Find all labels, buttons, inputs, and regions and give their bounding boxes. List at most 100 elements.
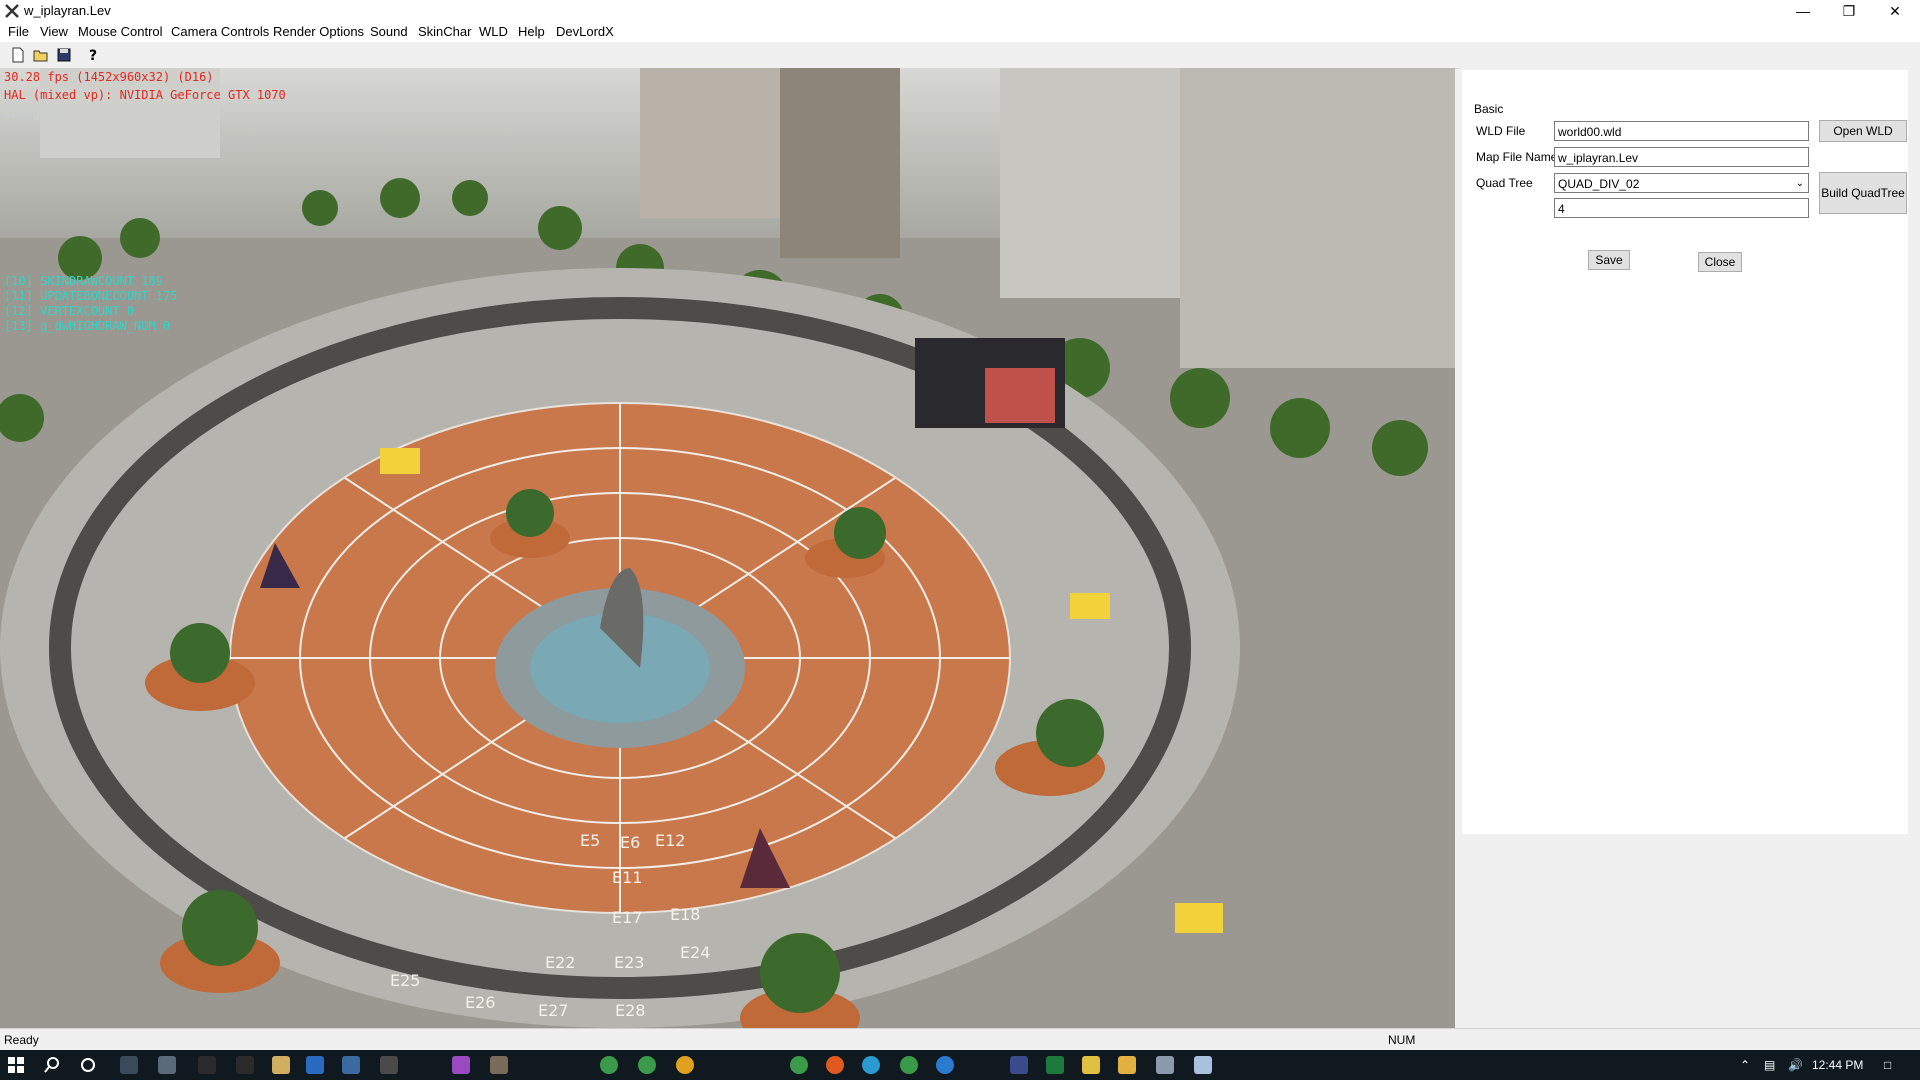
notes-icon[interactable] <box>1082 1056 1100 1074</box>
quad-tree-level-input[interactable]: 4 <box>1554 198 1809 218</box>
menu-wld[interactable]: WLD <box>479 24 508 39</box>
tile-label: E11 <box>612 868 642 887</box>
taskbar: ⌃ ▤ 🔊 12:44 PM □ <box>0 1050 1920 1080</box>
app-taskbar-icon[interactable] <box>1156 1056 1174 1074</box>
open-folder-icon[interactable] <box>32 46 50 64</box>
menu-render-options[interactable]: Render Options <box>273 24 364 39</box>
window-title: w_iplayran.Lev <box>24 3 111 18</box>
wld-file-label: WLD File <box>1476 124 1526 138</box>
status-bar: Ready NUM <box>0 1028 1920 1051</box>
restore-button[interactable]: ❐ <box>1826 0 1872 22</box>
minimize-button[interactable]: — <box>1780 0 1826 22</box>
app-taskbar-icon[interactable] <box>600 1056 618 1074</box>
clock[interactable]: 12:44 PM <box>1812 1058 1863 1072</box>
tile-label: E25 <box>390 971 420 990</box>
volume-icon[interactable]: 🔊 <box>1788 1058 1803 1072</box>
building <box>1000 68 1180 298</box>
changed-readout: Changed : 0 <box>4 106 84 120</box>
wld-file-input[interactable]: world00.wld <box>1554 121 1809 141</box>
start-icon[interactable] <box>8 1057 24 1073</box>
excel-icon[interactable] <box>1046 1056 1064 1074</box>
menu-bar: File View Mouse Control Camera Controls … <box>0 22 1920 42</box>
num-lock-indicator: NUM <box>1388 1033 1416 1047</box>
save-button[interactable]: Save <box>1588 250 1630 270</box>
close-window-button[interactable]: ✕ <box>1872 0 1918 22</box>
status-text: Ready <box>4 1033 39 1047</box>
app-icon <box>5 4 19 18</box>
search-icon[interactable] <box>44 1057 60 1073</box>
stat-line: [12] VERTEXCOUNT 0 <box>4 304 135 318</box>
app-taskbar-icon[interactable] <box>236 1056 254 1074</box>
close-button[interactable]: Close <box>1698 252 1742 272</box>
tile-label: E24 <box>680 943 710 962</box>
tile-label: E27 <box>538 1001 568 1020</box>
menu-mouse-control[interactable]: Mouse Control <box>78 24 163 39</box>
app-taskbar-icon[interactable] <box>900 1056 918 1074</box>
menu-sound[interactable]: Sound <box>370 24 408 39</box>
app-taskbar-icon[interactable] <box>490 1056 508 1074</box>
app-taskbar-icon[interactable] <box>1010 1056 1028 1074</box>
title-bar: w_iplayran.Lev — ❐ ✕ <box>0 0 1920 22</box>
app-taskbar-icon[interactable] <box>790 1056 808 1074</box>
chevron-up-icon[interactable]: ⌃ <box>1740 1058 1750 1072</box>
app-taskbar-icon[interactable] <box>452 1056 470 1074</box>
tile-label: E17 <box>612 908 642 927</box>
menu-file[interactable]: File <box>8 24 29 39</box>
basic-panel: Basic WLD File world00.wld Open WLD Map … <box>1462 70 1908 834</box>
store-icon[interactable] <box>272 1056 290 1074</box>
3d-viewport[interactable]: E5 E6 E11 E12 E17 E18 E22 E23 E24 E25 E2… <box>0 68 1455 1028</box>
map-file-label: Map File Name <box>1476 150 1558 164</box>
yellow-cart <box>1070 593 1110 619</box>
tile-label: E23 <box>614 953 644 972</box>
tile-label: E6 <box>620 833 640 852</box>
save-icon[interactable] <box>55 46 73 64</box>
help-icon[interactable]: ? <box>83 46 101 64</box>
firefox-icon[interactable] <box>826 1056 844 1074</box>
stat-line: [11] UPDATEBONECOUNT 175 <box>4 289 178 303</box>
menu-devlordx[interactable]: DevLordX <box>556 24 614 39</box>
quad-tree-label: Quad Tree <box>1476 176 1533 190</box>
mail-icon[interactable] <box>306 1056 324 1074</box>
cortana-icon[interactable] <box>80 1057 96 1073</box>
group-label: Basic <box>1474 102 1504 116</box>
notifications-icon[interactable]: □ <box>1884 1058 1891 1072</box>
folder-icon[interactable] <box>1118 1056 1136 1074</box>
app-taskbar-icon[interactable] <box>638 1056 656 1074</box>
map-file-input[interactable]: w_iplayran.Lev <box>1554 147 1809 167</box>
yellow-cart <box>380 448 420 474</box>
tile-label: E22 <box>545 953 575 972</box>
app-taskbar-icon[interactable] <box>380 1056 398 1074</box>
scene-render[interactable]: E5 E6 E11 E12 E17 E18 E22 E23 E24 E25 E2… <box>0 68 1455 1028</box>
app-taskbar-icon[interactable] <box>1194 1056 1212 1074</box>
tile-label: E28 <box>615 1001 645 1020</box>
quad-tree-selected: QUAD_DIV_02 <box>1558 177 1640 191</box>
fps-readout: 30.28 fps (1452x960x32) (D16) <box>4 70 214 84</box>
building <box>1180 68 1455 368</box>
chevron-down-icon[interactable]: ⌄ <box>1796 174 1804 194</box>
network-icon[interactable]: ▤ <box>1764 1058 1775 1072</box>
task-view-icon[interactable] <box>120 1056 138 1074</box>
menu-camera-controls[interactable]: Camera Controls <box>171 24 269 39</box>
app-taskbar-icon[interactable] <box>342 1056 360 1074</box>
app-taskbar-icon[interactable] <box>198 1056 216 1074</box>
menu-skinchar[interactable]: SkinChar <box>418 24 471 39</box>
stat-line: [13] g_dwHIGHDRAW_NUM 0 <box>4 319 171 333</box>
build-quadtree-button[interactable]: Build QuadTree <box>1819 172 1907 214</box>
menu-view[interactable]: View <box>40 24 68 39</box>
app-taskbar-icon[interactable] <box>158 1056 176 1074</box>
tile-label: E5 <box>580 831 600 850</box>
app-taskbar-icon[interactable] <box>936 1056 954 1074</box>
device-readout: HAL (mixed vp): NVIDIA GeForce GTX 1070 <box>4 88 286 102</box>
edge-icon[interactable] <box>862 1056 880 1074</box>
stat-line: [10] SKINDRAWCOUNT 189 <box>4 274 163 288</box>
building <box>780 68 900 258</box>
new-file-icon[interactable] <box>9 46 27 64</box>
tile-label: E18 <box>670 905 700 924</box>
menu-help[interactable]: Help <box>518 24 545 39</box>
property-panel: Basic WLD File world00.wld Open WLD Map … <box>1460 68 1920 1028</box>
chrome-icon[interactable] <box>676 1056 694 1074</box>
tile-label: E26 <box>465 993 495 1012</box>
tile-label: E12 <box>655 831 685 850</box>
open-wld-button[interactable]: Open WLD <box>1819 120 1907 142</box>
quad-tree-select[interactable]: QUAD_DIV_02 ⌄ <box>1554 173 1809 193</box>
